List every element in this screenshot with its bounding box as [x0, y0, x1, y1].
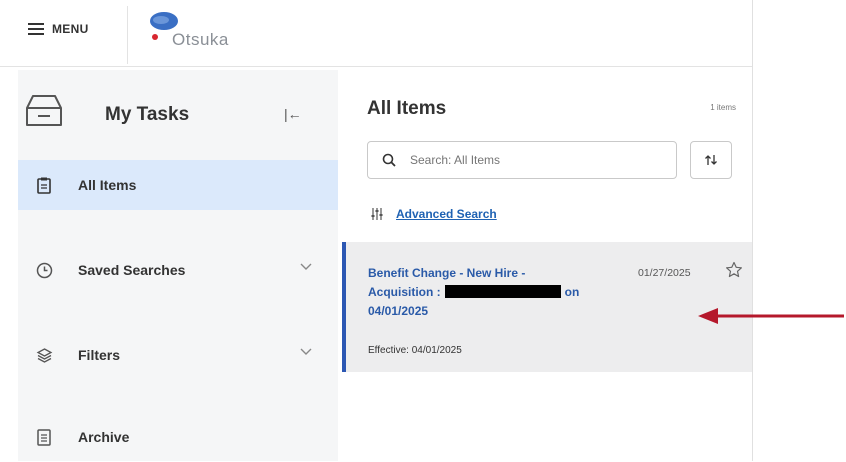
advanced-search-label: Advanced Search — [396, 207, 497, 221]
page-edge-divider — [752, 0, 753, 461]
task-date: 01/27/2025 — [638, 267, 691, 279]
inbox-tray-icon — [26, 95, 62, 126]
hamburger-icon — [28, 23, 44, 35]
sliders-icon — [371, 208, 383, 220]
sort-button[interactable] — [690, 141, 732, 179]
task-subject-on: on — [564, 285, 580, 299]
menu-button[interactable]: MENU — [28, 22, 89, 36]
chevron-down-icon[interactable] — [300, 348, 312, 356]
task-effective-date: Effective: 04/01/2025 — [368, 345, 462, 356]
sidebar-item-archive[interactable]: Archive — [18, 412, 338, 462]
task-subject-link[interactable]: Benefit Change - New Hire - Acquisition … — [368, 264, 588, 321]
clipboard-icon — [34, 177, 54, 194]
sidebar-item-filters[interactable]: Filters — [18, 330, 338, 380]
logo-text: Otsuka — [172, 30, 229, 49]
search-input[interactable] — [408, 152, 652, 168]
search-icon — [382, 153, 396, 167]
task-subject-date: 04/01/2025 — [368, 304, 429, 318]
sidebar-item-all-items[interactable]: All Items — [18, 160, 338, 210]
top-bar: MENU Otsuka — [0, 0, 752, 67]
sidebar-header: My Tasks |← — [18, 70, 338, 158]
sidebar: My Tasks |← All Items Saved Searches Fil… — [18, 70, 338, 461]
search-box[interactable] — [367, 141, 677, 179]
items-count: 1 items — [710, 103, 736, 112]
red-arrow-annotation — [698, 308, 844, 324]
clock-icon — [34, 262, 54, 279]
archive-icon — [34, 428, 54, 446]
task-item[interactable]: Benefit Change - New Hire - Acquisition … — [342, 242, 752, 372]
sidebar-item-saved-searches[interactable]: Saved Searches — [18, 245, 338, 295]
sidebar-item-label: Archive — [78, 429, 130, 445]
redaction-bar — [444, 285, 561, 298]
collapse-left-icon[interactable]: |← — [284, 106, 302, 122]
sidebar-item-label: Filters — [78, 347, 121, 363]
menu-label: MENU — [52, 22, 89, 36]
main-panel: All Items 1 items Advanced Search Benefi… — [340, 70, 752, 461]
topbar-divider — [127, 6, 128, 64]
otsuka-logo[interactable]: Otsuka — [144, 10, 264, 56]
sidebar-item-label: Saved Searches — [78, 262, 186, 278]
page-title: All Items — [367, 98, 447, 119]
sidebar-item-label: All Items — [78, 177, 137, 193]
sidebar-title: My Tasks — [105, 104, 190, 125]
layers-icon — [34, 347, 54, 364]
advanced-search-link[interactable]: Advanced Search — [370, 207, 497, 221]
sort-icon — [705, 155, 717, 165]
chevron-down-icon[interactable] — [300, 263, 312, 271]
star-icon[interactable] — [725, 261, 743, 279]
